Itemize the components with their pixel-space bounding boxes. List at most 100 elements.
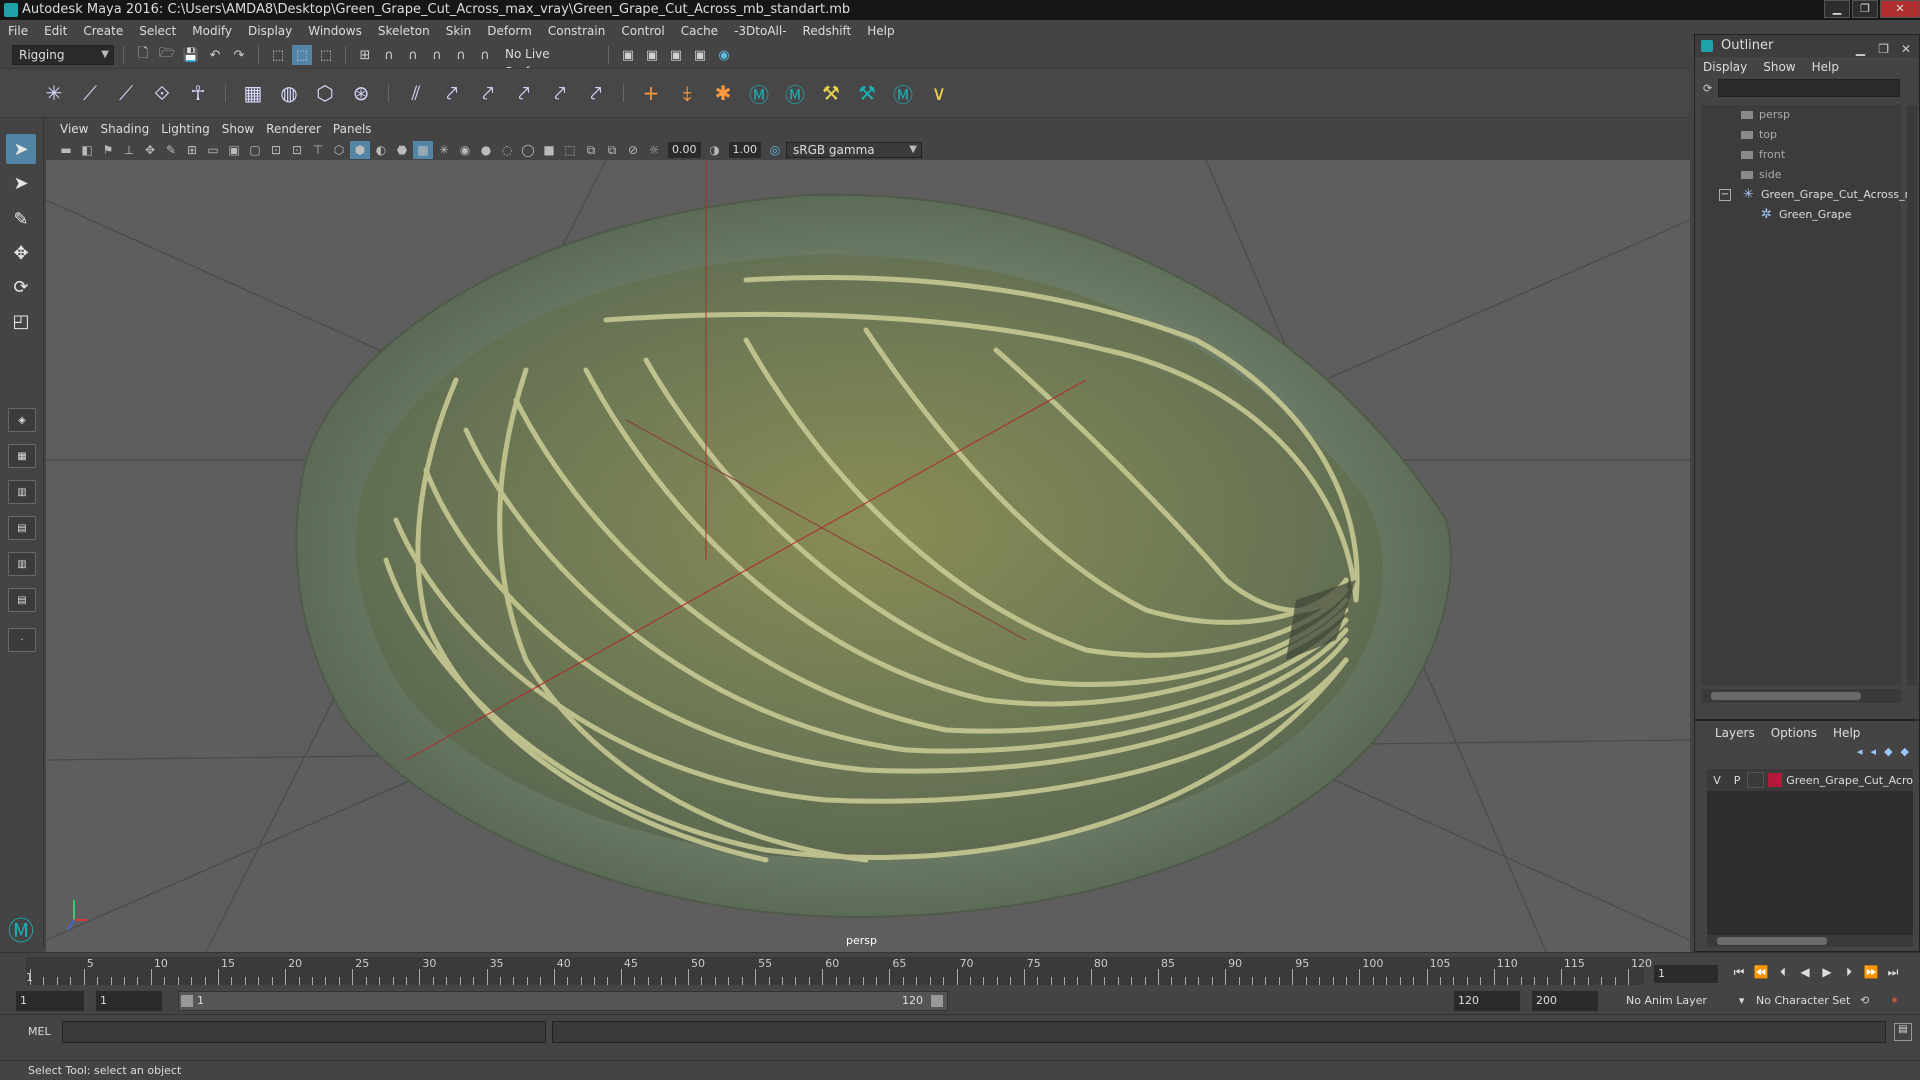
motion-blur-icon[interactable]: ◌ bbox=[497, 141, 517, 159]
outliner-menu-display[interactable]: Display bbox=[1703, 60, 1747, 74]
select-tool-icon[interactable]: ➤ bbox=[6, 134, 36, 164]
locator-icon[interactable]: + bbox=[637, 79, 665, 107]
go-to-start-icon[interactable]: ⏮ bbox=[1730, 965, 1748, 980]
film-gate-icon[interactable]: ▭ bbox=[203, 141, 223, 159]
step-forward-key-icon[interactable]: ⏵ bbox=[1840, 965, 1858, 980]
xray-components-icon[interactable]: ⊘ bbox=[623, 141, 643, 159]
exposure-field[interactable]: 0.00 bbox=[668, 142, 701, 158]
exposure-icon[interactable]: ☼ bbox=[644, 141, 664, 159]
menu-constrain[interactable]: Constrain bbox=[540, 24, 614, 38]
depth-of-field-icon[interactable]: ■ bbox=[539, 141, 559, 159]
3dtoall-icon[interactable]: Ⓜ bbox=[745, 79, 773, 107]
use-all-lights-icon[interactable]: ✳ bbox=[434, 141, 454, 159]
redo-icon[interactable]: ↷ bbox=[229, 45, 249, 65]
maximize-button[interactable]: ❐ bbox=[1852, 0, 1878, 18]
menu-cache[interactable]: Cache bbox=[673, 24, 726, 38]
camera-attr-icon[interactable]: ◧ bbox=[77, 141, 97, 159]
range-end-handle[interactable] bbox=[931, 995, 943, 1007]
shelf-tool-icon-3[interactable]: ∨ bbox=[925, 79, 953, 107]
outliner-item-group[interactable]: − ✳ Green_Grape_Cut_Across_r bbox=[1701, 185, 1909, 205]
anti-aliasing-icon[interactable]: ◯ bbox=[518, 141, 538, 159]
xray-icon[interactable]: ⧉ bbox=[581, 141, 601, 159]
scale-tool-icon[interactable]: ◰ bbox=[6, 306, 36, 336]
menu-3dtoall[interactable]: -3DtoAll- bbox=[726, 24, 794, 38]
select-component-icon[interactable]: ⬚ bbox=[316, 45, 336, 65]
minimize-button[interactable]: ▁ bbox=[1824, 0, 1850, 18]
parent-constraint-icon[interactable]: ⤤ bbox=[582, 79, 610, 107]
side-by-side-layout-icon[interactable]: ▥ bbox=[8, 480, 36, 504]
snap-point-icon[interactable]: ∩ bbox=[403, 45, 423, 65]
field-chart-icon[interactable]: ⊡ bbox=[266, 141, 286, 159]
snap-curve-icon[interactable]: ∩ bbox=[379, 45, 399, 65]
anim-layer-dropdown[interactable]: No Anim Layer ▾ bbox=[1626, 991, 1744, 1011]
snap-grid-icon[interactable]: ⊞ bbox=[355, 45, 375, 65]
default-material-icon[interactable]: ◐ bbox=[371, 141, 391, 159]
menu-file[interactable]: File bbox=[0, 24, 36, 38]
auto-key-icon[interactable]: ⟲ bbox=[1860, 991, 1869, 1011]
stacked-layout-icon[interactable]: ▤ bbox=[8, 516, 36, 540]
step-forward-frame-icon[interactable]: ⏩ bbox=[1862, 965, 1880, 980]
outliner-item-front[interactable]: front bbox=[1701, 145, 1901, 165]
outliner-maximize-icon[interactable]: ❐ bbox=[1878, 38, 1889, 60]
outliner-minimize-icon[interactable]: ▁ bbox=[1856, 38, 1865, 60]
rotate-tool-icon[interactable]: ⟳ bbox=[6, 272, 36, 302]
time-slider-track[interactable]: 1 5 10 15 20 25 30 35 40 45 50 55 60 65 70 75 80 85 90 95 10… bbox=[26, 957, 1652, 985]
new-layer-icon[interactable]: ◆ bbox=[1884, 745, 1892, 765]
step-back-key-icon[interactable]: ⏴ bbox=[1774, 965, 1792, 980]
screen-space-ao-icon[interactable]: ● bbox=[476, 141, 496, 159]
new-scene-icon[interactable]: 🗋 bbox=[133, 45, 153, 65]
custom-layout-icon[interactable]: · bbox=[8, 628, 36, 652]
outliner-close-icon[interactable]: ✕ bbox=[1901, 38, 1911, 60]
create-joints-icon[interactable]: ✳ bbox=[40, 79, 68, 107]
menu-modify[interactable]: Modify bbox=[184, 24, 240, 38]
shadows-icon[interactable]: ◉ bbox=[455, 141, 475, 159]
bookmark-icon[interactable]: ⚑ bbox=[98, 141, 118, 159]
step-back-frame-icon[interactable]: ⏪ bbox=[1752, 965, 1770, 980]
menu-skeleton[interactable]: Skeleton bbox=[370, 24, 438, 38]
character-set-dropdown[interactable]: No Character Set bbox=[1756, 991, 1850, 1011]
lasso-tool-icon[interactable]: ➤ bbox=[6, 168, 36, 198]
outliner-persp-layout-icon[interactable]: ▥ bbox=[8, 552, 36, 576]
shelf-tool-icon[interactable]: ⚒ bbox=[817, 79, 845, 107]
collapse-icon[interactable]: − bbox=[1719, 189, 1731, 201]
current-frame-field[interactable]: 1 bbox=[1654, 965, 1718, 983]
vp-menu-renderer[interactable]: Renderer bbox=[260, 122, 327, 136]
play-forwards-icon[interactable]: ▶ bbox=[1818, 965, 1836, 980]
ik-spline-icon[interactable]: ⟋ bbox=[112, 79, 140, 107]
wireframe-icon[interactable]: ⬡ bbox=[329, 141, 349, 159]
menu-skin[interactable]: Skin bbox=[438, 24, 480, 38]
playback-start-field[interactable]: 1 bbox=[96, 991, 162, 1011]
vp-menu-view[interactable]: View bbox=[54, 122, 94, 136]
orient-constraint-icon[interactable]: ⤤ bbox=[510, 79, 538, 107]
wireframe-on-shaded-icon[interactable]: ⬣ bbox=[392, 141, 412, 159]
select-hierarchy-icon[interactable]: ⬚ bbox=[268, 45, 288, 65]
snap-view-plane-icon[interactable]: ∩ bbox=[451, 45, 471, 65]
hypershade-icon[interactable]: ◉ bbox=[714, 45, 734, 65]
move-tool-icon[interactable]: ✥ bbox=[6, 238, 36, 268]
menu-redshift[interactable]: Redshift bbox=[795, 24, 860, 38]
layer-visibility-toggle[interactable]: V bbox=[1707, 774, 1727, 787]
menu-deform[interactable]: Deform bbox=[479, 24, 540, 38]
safe-action-icon[interactable]: ⊡ bbox=[287, 141, 307, 159]
pole-vector-icon[interactable]: ⤈ bbox=[673, 79, 701, 107]
redshift-icon[interactable]: ✱ bbox=[709, 79, 737, 107]
vp-menu-show[interactable]: Show bbox=[216, 122, 260, 136]
scale-constraint-icon[interactable]: ⤤ bbox=[546, 79, 574, 107]
layer-menu-options[interactable]: Options bbox=[1771, 726, 1817, 740]
camera-icon[interactable]: ▬ bbox=[56, 141, 76, 159]
refresh-icon[interactable]: ⟳ bbox=[1703, 82, 1712, 95]
play-backwards-icon[interactable]: ◀ bbox=[1796, 965, 1814, 980]
outliner-search-input[interactable] bbox=[1718, 79, 1901, 97]
menu-display[interactable]: Display bbox=[240, 24, 300, 38]
point-constraint-icon[interactable]: ⤤ bbox=[438, 79, 466, 107]
gamma-field[interactable]: 1.00 bbox=[728, 142, 761, 158]
sculpt-icon[interactable]: ⊛ bbox=[347, 79, 375, 107]
command-input[interactable] bbox=[62, 1021, 546, 1043]
scrollbar-thumb[interactable] bbox=[1711, 692, 1861, 700]
outliner-item-persp[interactable]: persp bbox=[1701, 105, 1901, 125]
perspective-viewport[interactable]: persp bbox=[46, 160, 1690, 952]
live-surface-field[interactable]: No Live Surface bbox=[499, 45, 599, 79]
move-layer-down-icon[interactable]: ◂ bbox=[1871, 745, 1877, 765]
layer-horizontal-scrollbar[interactable] bbox=[1707, 935, 1913, 947]
graph-persp-layout-icon[interactable]: ▤ bbox=[8, 588, 36, 612]
